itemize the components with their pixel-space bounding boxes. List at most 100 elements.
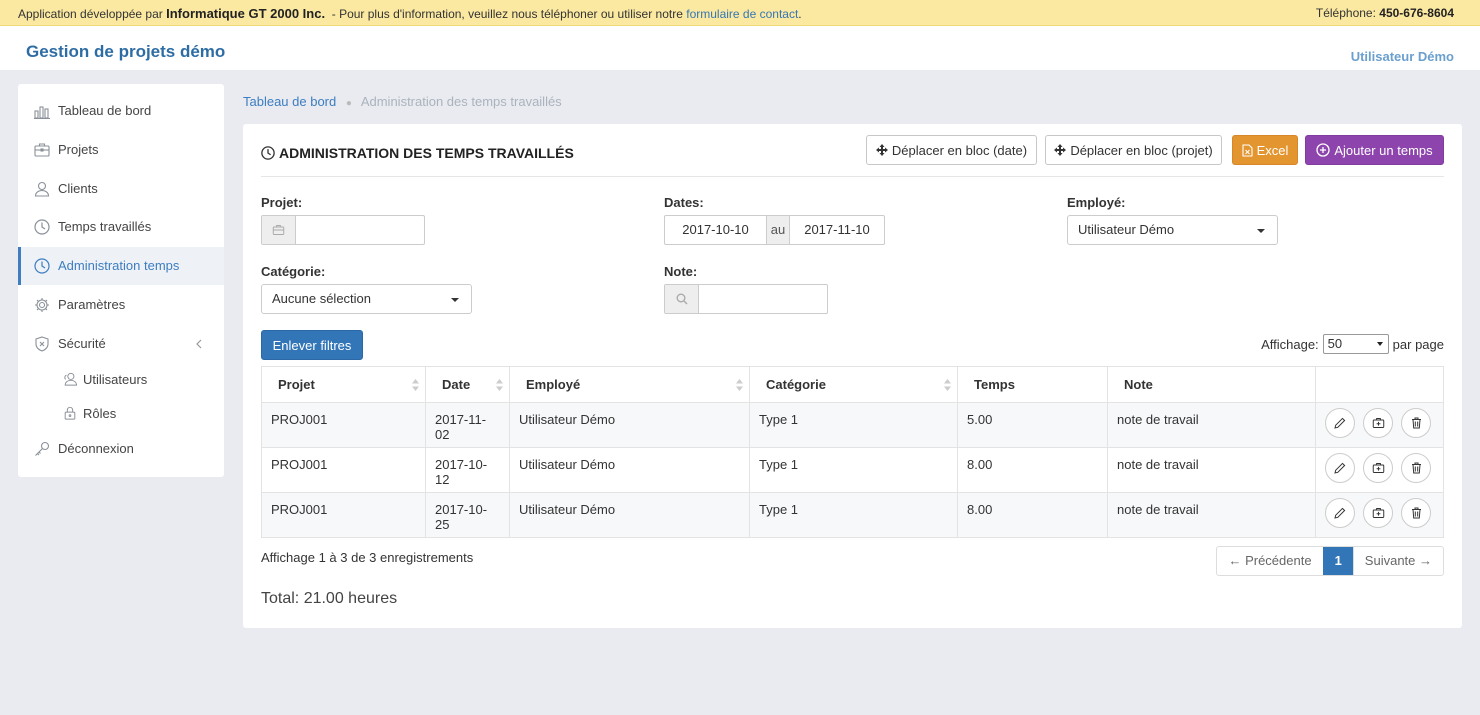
cell-project: PROJ001 [261,402,426,448]
column-header-actions [1315,366,1444,403]
project-button[interactable] [1363,453,1393,483]
cell-employee: Utilisateur Démo [509,447,750,493]
sort-icon [736,379,743,391]
breadcrumb-current: Administration des temps travaillés [360,94,562,109]
sort-icon [496,379,503,391]
clear-filters-button[interactable]: Enlever filtres [261,330,363,360]
breadcrumb-separator: ● [345,98,352,109]
project-filter-input[interactable] [296,216,424,244]
plus-circle-icon [1316,143,1331,157]
column-header-label: Employé [526,377,581,392]
category-select-value: Aucune sélection [272,291,372,306]
column-header-category[interactable]: Catégorie [749,366,958,403]
date-to-input[interactable]: 2017-11-10 [790,216,884,244]
sidebar-item-clients[interactable]: Clients [18,170,224,208]
page-size-prefix: Affichage: [1261,336,1319,352]
date-from-input[interactable]: 2017-10-10 [665,216,766,244]
time-entries-table: Projet Date Employé Catégorie Temps Note… [261,366,1444,538]
excel-export-button[interactable]: Excel [1232,135,1298,165]
column-header-label: Date [442,377,471,392]
edit-button[interactable] [1325,408,1355,438]
user-menu[interactable]: Utilisateur Démo [1351,49,1454,64]
sidebar-item-label: Clients [58,181,98,196]
project-button[interactable] [1363,408,1393,438]
banner-period: . [798,7,802,21]
cell-category: Type 1 [749,402,958,448]
delete-button[interactable] [1401,498,1431,528]
note-filter-addon [665,285,699,313]
delete-button[interactable] [1401,453,1431,483]
column-header-date[interactable]: Date [425,366,510,403]
cell-category: Type 1 [749,492,958,538]
sidebar-item-roles[interactable]: Rôles [18,399,224,429]
sidebar-item-dashboard[interactable]: Tableau de bord [18,92,224,130]
sidebar-item-worked-time[interactable]: Temps travaillés [18,208,224,246]
contact-form-link[interactable]: formulaire de contact [686,7,798,21]
employee-select[interactable]: Utilisateur Démo [1067,215,1278,245]
employee-filter-label: Employé: [1067,195,1126,210]
edit-button[interactable] [1325,453,1355,483]
briefcase-icon [1372,463,1384,473]
sidebar-item-users[interactable]: Utilisateurs [18,365,224,395]
column-header-note[interactable]: Note [1107,366,1316,403]
key-icon [35,441,50,456]
cell-employee: Utilisateur Démo [509,492,750,538]
edit-button[interactable] [1325,498,1355,528]
add-time-label: Ajouter un temps [1334,142,1433,158]
project-filter-addon [262,216,296,244]
sidebar: Tableau de bord Projets Clients Temps tr… [18,84,224,477]
page-title: ADMINISTRATION DES TEMPS TRAVAILLÉS [261,145,574,161]
search-icon [676,293,687,305]
page-title-text: ADMINISTRATION DES TEMPS TRAVAILLÉS [279,145,574,161]
column-header-employee[interactable]: Employé [509,366,750,403]
user-icon [34,181,50,197]
breadcrumb-home[interactable]: Tableau de bord [243,94,336,109]
move-by-date-label: Déplacer en bloc (date) [891,142,1028,158]
project-button[interactable] [1363,498,1393,528]
breadcrumb: Tableau de bord ● Administration des tem… [243,94,562,109]
cell-time: 8.00 [957,447,1108,493]
date-range-separator: au [766,216,790,244]
category-select[interactable]: Aucune sélection [261,284,472,314]
sidebar-item-projects[interactable]: Projets [18,131,224,169]
chevron-left-icon [196,339,202,349]
sidebar-item-label: Administration temps [58,258,180,273]
sidebar-item-logout[interactable]: Déconnexion [18,430,224,468]
delete-button[interactable] [1401,408,1431,438]
move-by-date-button[interactable]: Déplacer en bloc (date) [866,135,1037,165]
cell-date: 2017-10-25 [425,492,510,538]
note-filter-label: Note: [664,264,698,279]
column-header-time[interactable]: Temps [957,366,1108,403]
trash-icon [1411,462,1421,474]
total-hours: Total: 21.00 heures [261,590,398,607]
cell-category: Type 1 [749,447,958,493]
column-header-project[interactable]: Projet [261,366,426,403]
page-size-value: 50 [1327,336,1343,351]
add-time-button[interactable]: Ajouter un temps [1305,135,1444,165]
sidebar-item-label: Tableau de bord [58,103,152,118]
sidebar-item-time-admin[interactable]: Administration temps [18,247,224,285]
pagination-previous[interactable]: ← Précédente [1217,547,1322,575]
briefcase-icon [34,143,50,157]
date-range-filter: 2017-10-10 au 2017-11-10 [664,215,885,245]
main-panel: ADMINISTRATION DES TEMPS TRAVAILLÉS Dépl… [243,124,1462,628]
sidebar-item-label: Paramètres [58,297,126,312]
page-size-control: Affichage: 50 par page [1261,334,1444,354]
sidebar-item-security[interactable]: Sécurité [18,325,224,363]
users-icon [64,372,77,386]
cell-date: 2017-10-12 [425,447,510,493]
note-filter-input[interactable] [699,285,827,313]
table-row: PROJ001 2017-10-25 Utilisateur Démo Type… [261,492,1444,538]
banner-message: - Pour plus d'information, veuillez nous… [331,7,683,21]
column-header-label: Catégorie [766,377,826,392]
cell-employee: Utilisateur Démo [509,402,750,448]
sidebar-item-settings[interactable]: Paramètres [18,286,224,324]
excel-label: Excel [1256,142,1289,158]
page-size-select[interactable]: 50 [1322,334,1389,354]
move-by-project-button[interactable]: Déplacer en bloc (projet) [1045,135,1222,165]
pagination-next[interactable]: Suivante → [1354,547,1443,575]
app-brand[interactable]: Gestion de projets démo [26,42,225,62]
shield-icon [35,336,49,352]
briefcase-icon [272,225,285,235]
pagination-page-1[interactable]: 1 [1322,547,1354,575]
